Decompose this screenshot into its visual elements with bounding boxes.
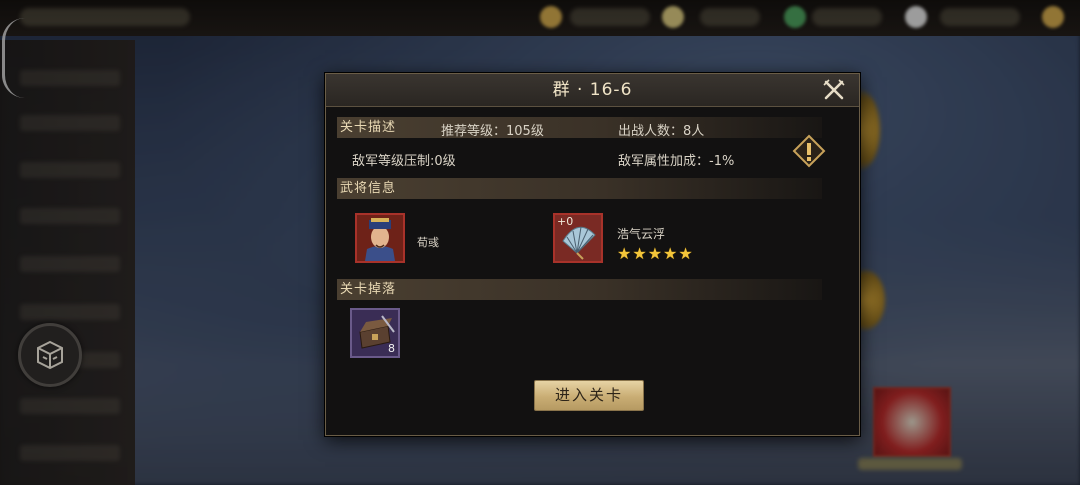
stage-description-bar [337,117,822,138]
stage-drops-bar [337,279,822,300]
star-icon: ★ [663,244,678,263]
enemy-level-suppression: 敌军等级压制:0级 [352,154,456,169]
equipment-star-rating: ★ ★ ★ ★ ★ [617,246,693,262]
stage-description-label: 关卡描述 [340,120,397,135]
general-name: 荀彧 [417,236,439,249]
troop-count: 出战人数：8人 [618,124,705,139]
enemy-attribute-bonus: 敌军属性加成：-1% [618,154,735,169]
close-button[interactable] [822,78,846,102]
stage-drops-label: 关卡掉落 [340,282,397,297]
dialog-header: 群 · 16-6 [326,74,859,107]
star-icon: ★ [617,244,632,263]
general-info-label: 武将信息 [340,181,397,196]
general-avatar-icon [357,215,403,261]
equipment-slot[interactable]: +0 [553,213,603,263]
star-icon: ★ [632,244,647,263]
equipment-name: 浩气云浮 [617,227,666,241]
drop-item-chest[interactable]: 8 [350,308,400,358]
warning-button[interactable] [792,134,826,168]
stage-info-dialog: 群 · 16-6 关卡描述 推荐等级：105级 出战人数：8人 敌军等级压制:0… [325,73,860,436]
warning-icon [792,134,826,168]
equipment-plus-badge: +0 [557,215,574,228]
general-portrait[interactable] [355,213,405,263]
star-icon: ★ [678,244,693,263]
general-info-bar [337,178,822,199]
drop-item-count: 8 [388,342,395,355]
close-icon [823,79,845,100]
recommended-level: 推荐等级：105级 [441,124,544,139]
enter-stage-button[interactable]: 进入关卡 [534,380,644,411]
dialog-title: 群 · 16-6 [552,80,633,100]
star-icon: ★ [647,244,663,263]
